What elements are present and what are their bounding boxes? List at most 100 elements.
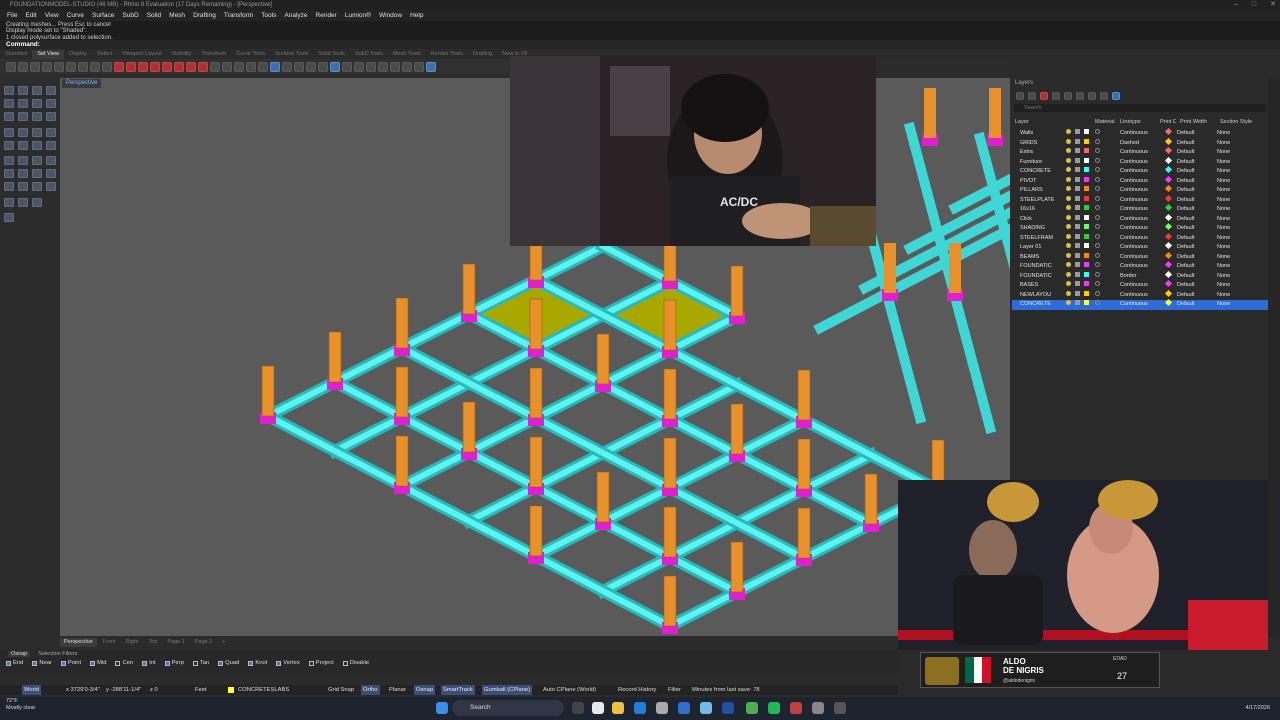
material-icon[interactable] bbox=[1095, 129, 1100, 134]
layer-row[interactable]: CONCRETE Continuous Default None bbox=[1012, 298, 1268, 310]
layer-linetype[interactable]: Continuous bbox=[1120, 262, 1148, 272]
extrude-icon[interactable] bbox=[18, 128, 28, 137]
offset-icon[interactable] bbox=[46, 112, 56, 121]
visibility-icon[interactable] bbox=[1066, 290, 1071, 296]
print-color-swatch[interactable] bbox=[1164, 203, 1173, 212]
scale-icon[interactable] bbox=[46, 156, 56, 165]
osnap-knot[interactable]: Knot bbox=[248, 660, 267, 666]
sphere-icon[interactable] bbox=[18, 141, 28, 150]
zoom-window-icon[interactable] bbox=[30, 61, 40, 72]
print-color-swatch[interactable] bbox=[1164, 260, 1173, 269]
lock-icon[interactable] bbox=[1075, 271, 1080, 277]
material-icon[interactable] bbox=[1095, 281, 1100, 286]
layer-name[interactable]: Layer 01 bbox=[1020, 243, 1041, 253]
layer-name[interactable]: Click bbox=[1020, 215, 1032, 225]
layer-section-style[interactable]: None bbox=[1217, 129, 1230, 139]
tab-standard[interactable]: Standard bbox=[0, 50, 32, 59]
lock-icon[interactable] bbox=[1075, 262, 1080, 267]
layer-name[interactable]: NEWLAYOU bbox=[1020, 291, 1051, 301]
task-view-icon[interactable] bbox=[572, 702, 584, 714]
lock-icon[interactable] bbox=[1075, 157, 1080, 163]
group-icon[interactable] bbox=[32, 182, 42, 191]
right-view-icon[interactable] bbox=[162, 61, 172, 72]
grade-beam-top[interactable] bbox=[397, 311, 742, 491]
col-print-color[interactable]: Print Color bbox=[1160, 119, 1176, 125]
lock-icon[interactable] bbox=[1075, 176, 1080, 182]
osnap-near[interactable]: Near bbox=[32, 660, 52, 666]
layer-section-style[interactable]: None bbox=[1217, 205, 1230, 215]
checkbox[interactable] bbox=[32, 660, 38, 666]
layer-section-style[interactable]: None bbox=[1217, 281, 1230, 291]
layer-row[interactable]: FOUNDATIC Continuous Default None bbox=[1012, 260, 1268, 272]
print-color-swatch[interactable] bbox=[1164, 127, 1173, 136]
undo-view-icon[interactable] bbox=[90, 61, 100, 72]
print-color-swatch[interactable] bbox=[1164, 232, 1173, 240]
layer-linetype[interactable]: Continuous bbox=[1120, 129, 1148, 139]
filter-icon[interactable] bbox=[1088, 92, 1096, 100]
set-camera-icon[interactable] bbox=[126, 61, 136, 72]
layer-print-width[interactable]: Default bbox=[1177, 186, 1194, 196]
layer-name[interactable]: SHADING bbox=[1020, 224, 1045, 234]
layer-name[interactable]: GRIDS bbox=[1020, 139, 1037, 149]
layer-print-width[interactable]: Default bbox=[1177, 167, 1194, 177]
layer-color-swatch[interactable] bbox=[1084, 300, 1089, 305]
col-layer[interactable]: Layer bbox=[1015, 119, 1029, 125]
boolean-icon[interactable] bbox=[46, 141, 56, 150]
tab-curve-tools[interactable]: Curve Tools bbox=[231, 50, 270, 59]
filter-button[interactable]: Filter bbox=[668, 685, 681, 695]
named-view-icon[interactable] bbox=[114, 61, 124, 72]
visibility-icon[interactable] bbox=[1066, 205, 1071, 210]
top-view-icon[interactable] bbox=[138, 61, 148, 72]
pillar[interactable] bbox=[596, 471, 610, 523]
layer-name[interactable]: CONCRETE bbox=[1020, 167, 1051, 177]
layer-color-swatch[interactable] bbox=[1084, 243, 1089, 248]
layer-color-swatch[interactable] bbox=[1084, 214, 1089, 220]
layer-print-width[interactable]: Default bbox=[1177, 139, 1194, 149]
pillar[interactable] bbox=[949, 243, 961, 293]
layer-section-style[interactable]: None bbox=[1217, 139, 1230, 149]
pillar[interactable] bbox=[797, 438, 811, 490]
help-icon[interactable] bbox=[1112, 92, 1120, 100]
analyze-icon[interactable] bbox=[414, 61, 424, 72]
layer-row[interactable]: BASES Continuous Default None bbox=[1012, 279, 1268, 291]
app-icon[interactable] bbox=[746, 702, 758, 714]
pillar[interactable] bbox=[663, 437, 677, 489]
material-icon[interactable] bbox=[1095, 148, 1100, 153]
pillar[interactable] bbox=[797, 507, 811, 559]
explode-icon[interactable] bbox=[18, 182, 28, 191]
ortho-button[interactable]: Ortho bbox=[361, 685, 380, 695]
lock-icon[interactable] bbox=[1075, 186, 1080, 191]
layer-color-swatch[interactable] bbox=[1084, 205, 1089, 210]
osnap-disable[interactable]: Disable bbox=[342, 660, 369, 666]
checkbox[interactable] bbox=[90, 660, 96, 666]
vp-tab-front[interactable]: Front bbox=[99, 638, 120, 647]
clock-date[interactable]: 4/17/2026 bbox=[1246, 705, 1270, 711]
join-icon[interactable] bbox=[4, 182, 14, 191]
pillar[interactable] bbox=[797, 369, 811, 421]
print-color-swatch[interactable] bbox=[1164, 165, 1173, 174]
layer-linetype[interactable]: Continuous bbox=[1120, 186, 1148, 196]
mail-icon[interactable] bbox=[678, 702, 690, 714]
viewport-label[interactable]: Perspective bbox=[62, 79, 102, 88]
command-prompt[interactable]: Command: bbox=[0, 40, 1280, 49]
layer-color-swatch[interactable] bbox=[1084, 271, 1089, 277]
layer-name[interactable]: BASES bbox=[1020, 281, 1038, 291]
layer-color-swatch[interactable] bbox=[1084, 224, 1089, 229]
layer-print-width[interactable]: Default bbox=[1177, 262, 1194, 272]
layer-linetype[interactable]: Continuous bbox=[1120, 177, 1148, 187]
layer-row[interactable]: FOUNDATIC Border Default None bbox=[1012, 270, 1268, 282]
layer-section-style[interactable]: None bbox=[1217, 224, 1230, 234]
pan-icon[interactable] bbox=[6, 61, 16, 72]
dimension-tool-icon[interactable] bbox=[46, 182, 56, 191]
layer-linetype[interactable]: Continuous bbox=[1120, 148, 1148, 158]
col-linetype[interactable]: Linetype bbox=[1120, 119, 1141, 125]
obs-icon[interactable] bbox=[812, 702, 824, 714]
display-mode-icon[interactable] bbox=[294, 61, 304, 72]
section-tools-icon[interactable] bbox=[342, 61, 352, 72]
osnap-mid[interactable]: Mid bbox=[90, 660, 106, 666]
print-color-swatch[interactable] bbox=[1164, 251, 1173, 259]
tab-set-view[interactable]: Set View bbox=[32, 50, 64, 59]
new-layer-icon[interactable] bbox=[1016, 92, 1024, 100]
layer-row[interactable]: 16x16 Continuous Default None bbox=[1012, 203, 1268, 215]
pillar[interactable] bbox=[529, 505, 543, 557]
